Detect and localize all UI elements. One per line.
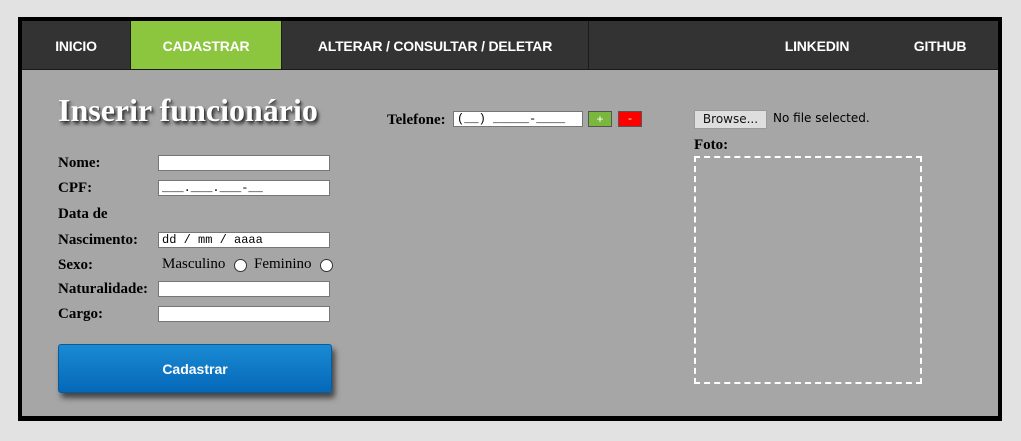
cpf-label: CPF: [58, 180, 93, 196]
file-status-text: No file selected. [773, 111, 870, 125]
nav-item-alterar-consultar-deletar[interactable]: ALTERAR / CONSULTAR / DELETAR [282, 21, 588, 69]
page-frame: INICIO CADASTRAR ALTERAR / CONSULTAR / D… [18, 17, 1002, 421]
page-title: Inserir funcionário [58, 92, 318, 128]
nav-item-linkedin[interactable]: LINKEDIN [757, 21, 877, 69]
add-phone-button[interactable]: + [588, 111, 612, 127]
telefone-label: Telefone: [387, 112, 446, 128]
telefone-input[interactable]: (__) _____-____ [453, 111, 583, 127]
nascimento-label-line2: Nascimento: [58, 232, 138, 248]
photo-preview-box[interactable] [694, 156, 922, 384]
masculino-radio[interactable] [234, 259, 247, 272]
feminino-radio[interactable] [320, 259, 333, 272]
cpf-input[interactable]: ___.___.___-__ [158, 180, 330, 196]
cargo-input[interactable] [158, 306, 330, 322]
top-nav: INICIO CADASTRAR ALTERAR / CONSULTAR / D… [22, 21, 998, 69]
nav-separator [588, 21, 589, 69]
naturalidade-label: Naturalidade: [58, 281, 148, 297]
sexo-label: Sexo: [58, 257, 93, 273]
cargo-label: Cargo: [58, 306, 103, 322]
masculino-radio-label: Masculino [162, 256, 226, 272]
nav-item-github[interactable]: GITHUB [890, 21, 990, 69]
nome-label: Nome: [58, 155, 101, 171]
nav-item-inicio[interactable]: INICIO [22, 21, 130, 69]
nascimento-date-input[interactable]: dd / mm / aaaa [158, 232, 330, 248]
naturalidade-input[interactable] [158, 281, 330, 297]
foto-label: Foto: [694, 137, 729, 153]
feminino-radio-label: Feminino [254, 256, 312, 272]
remove-phone-button[interactable]: - [618, 111, 642, 127]
nome-input[interactable] [158, 155, 330, 171]
nav-item-cadastrar[interactable]: CADASTRAR [131, 21, 281, 69]
cadastrar-button[interactable]: Cadastrar [58, 344, 332, 393]
main-content: Inserir funcionário Nome: CPF: ___.___._… [22, 69, 998, 416]
nascimento-label-line1: Data de [58, 206, 108, 222]
browse-file-button[interactable]: Browse... [694, 110, 767, 129]
